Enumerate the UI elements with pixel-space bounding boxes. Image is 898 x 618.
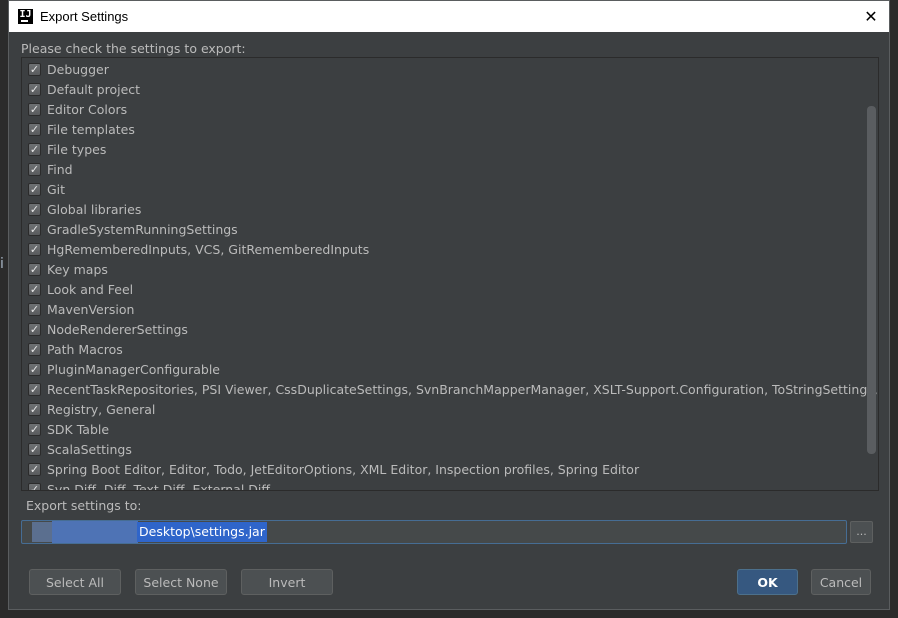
- settings-checkbox-list[interactable]: ✓ Debugger ✓ Default project ✓ Editor Colors ✓…: [21, 57, 879, 491]
- background-editor-glyph: i: [0, 256, 4, 272]
- settings-item[interactable]: ✓ NodeRendererSettings: [28, 319, 188, 339]
- settings-item[interactable]: ✓ Registry, General: [28, 399, 155, 419]
- settings-item-label: SDK Table: [47, 421, 110, 437]
- settings-item[interactable]: ✓ HgRememberedInputs, VCS, GitRememberedI…: [28, 239, 369, 259]
- settings-item-label: Editor Colors: [47, 101, 128, 117]
- title-bar: IJ Export Settings ✕: [9, 1, 889, 32]
- checkbox[interactable]: ✓: [28, 162, 41, 176]
- settings-item-label: Key maps: [47, 261, 108, 277]
- settings-item[interactable]: ✓ Look and Feel: [28, 279, 133, 299]
- intellij-app-icon: IJ: [18, 9, 33, 24]
- export-path-input[interactable]: Desktop\settings.jar: [21, 520, 847, 544]
- checkbox[interactable]: ✓: [28, 82, 41, 96]
- checkbox[interactable]: ✓: [28, 382, 41, 396]
- checkbox[interactable]: ✓: [28, 442, 41, 456]
- checkbox[interactable]: ✓: [28, 482, 41, 490]
- settings-item[interactable]: ✓ Key maps: [28, 259, 108, 279]
- settings-item-label: Registry, General: [47, 401, 156, 417]
- window-title: Export Settings: [40, 9, 129, 24]
- settings-item[interactable]: ✓ GradleSystemRunningSettings: [28, 219, 238, 239]
- checkbox[interactable]: ✓: [28, 302, 41, 316]
- settings-item[interactable]: ✓ Find: [28, 159, 73, 179]
- export-settings-dialog: IJ Export Settings ✕ Please check the se…: [8, 0, 890, 610]
- settings-item-label: PluginManagerConfigurable: [47, 361, 220, 377]
- export-path-label: Export settings to:: [26, 498, 142, 513]
- settings-item-label: ScalaSettings: [47, 441, 132, 457]
- export-path-value: Desktop\settings.jar: [137, 522, 267, 542]
- settings-item-label: Svn Diff, Diff, Text Diff, External Diff: [47, 481, 270, 491]
- settings-item[interactable]: ✓ RecentTaskRepositories, PSI Viewer, Css…: [28, 379, 879, 399]
- select-all-button[interactable]: Select All: [29, 569, 121, 595]
- settings-item[interactable]: ✓ SDK Table: [28, 419, 109, 439]
- redacted-path-block-inner: [52, 521, 138, 543]
- settings-item-label: HgRememberedInputs, VCS, GitRememberedIn…: [47, 241, 370, 257]
- settings-item[interactable]: ✓ PluginManagerConfigurable: [28, 359, 220, 379]
- browse-button[interactable]: ...: [850, 521, 873, 543]
- settings-item-label: MavenVersion: [47, 301, 135, 317]
- checkbox[interactable]: ✓: [28, 142, 41, 156]
- settings-item[interactable]: ✓ Svn Diff, Diff, Text Diff, External Dif…: [28, 479, 270, 491]
- checkbox[interactable]: ✓: [28, 102, 41, 116]
- settings-item[interactable]: ✓ File types: [28, 139, 106, 159]
- checkbox[interactable]: ✓: [28, 182, 41, 196]
- settings-item[interactable]: ✓ Git: [28, 179, 65, 199]
- settings-item[interactable]: ✓ Path Macros: [28, 339, 123, 359]
- settings-item-label: GradleSystemRunningSettings: [47, 221, 238, 237]
- list-scrollbar[interactable]: [867, 60, 876, 488]
- checkbox[interactable]: ✓: [28, 342, 41, 356]
- settings-item-label: Git: [47, 181, 66, 197]
- invert-button[interactable]: Invert: [241, 569, 333, 595]
- checkbox[interactable]: ✓: [28, 322, 41, 336]
- settings-item-label: Path Macros: [47, 341, 123, 357]
- settings-item-label: Default project: [47, 81, 141, 97]
- background-editor: [0, 0, 8, 618]
- checkbox[interactable]: ✓: [28, 122, 41, 136]
- checkbox[interactable]: ✓: [28, 362, 41, 376]
- checkbox[interactable]: ✓: [28, 462, 41, 476]
- settings-item[interactable]: ✓ Spring Boot Editor, Editor, Todo, JetEd…: [28, 459, 639, 479]
- select-none-button[interactable]: Select None: [135, 569, 227, 595]
- settings-item-label: File templates: [47, 121, 135, 137]
- settings-item[interactable]: ✓ ScalaSettings: [28, 439, 132, 459]
- settings-item[interactable]: ✓ Global libraries: [28, 199, 141, 219]
- settings-item-label: File types: [47, 141, 107, 157]
- instructions-label: Please check the settings to export:: [21, 41, 246, 56]
- settings-item[interactable]: ✓ Editor Colors: [28, 99, 127, 119]
- settings-item-label: Look and Feel: [47, 281, 134, 297]
- cancel-button[interactable]: Cancel: [811, 569, 871, 595]
- checkbox[interactable]: ✓: [28, 262, 41, 276]
- settings-item[interactable]: ✓ File templates: [28, 119, 135, 139]
- checkbox[interactable]: ✓: [28, 422, 41, 436]
- checkbox[interactable]: ✓: [28, 62, 41, 76]
- ok-button[interactable]: OK: [737, 569, 798, 595]
- settings-item-label: NodeRendererSettings: [47, 321, 188, 337]
- scrollbar-thumb[interactable]: [867, 106, 876, 454]
- settings-item-label: RecentTaskRepositories, PSI Viewer, CssD…: [47, 381, 879, 397]
- settings-item-label: Global libraries: [47, 201, 142, 217]
- settings-item-label: Find: [47, 161, 73, 177]
- settings-item[interactable]: ✓ Default project: [28, 79, 140, 99]
- checkbox[interactable]: ✓: [28, 282, 41, 296]
- settings-item[interactable]: ✓ MavenVersion: [28, 299, 134, 319]
- close-icon: ✕: [864, 8, 878, 26]
- checkbox[interactable]: ✓: [28, 222, 41, 236]
- settings-item-label: Spring Boot Editor, Editor, Todo, JetEdi…: [47, 461, 640, 477]
- settings-item[interactable]: ✓ Debugger: [28, 59, 109, 79]
- checkbox[interactable]: ✓: [28, 402, 41, 416]
- close-button[interactable]: ✕: [853, 1, 889, 32]
- settings-item-label: Debugger: [47, 61, 109, 77]
- checkbox[interactable]: ✓: [28, 242, 41, 256]
- checkbox[interactable]: ✓: [28, 202, 41, 216]
